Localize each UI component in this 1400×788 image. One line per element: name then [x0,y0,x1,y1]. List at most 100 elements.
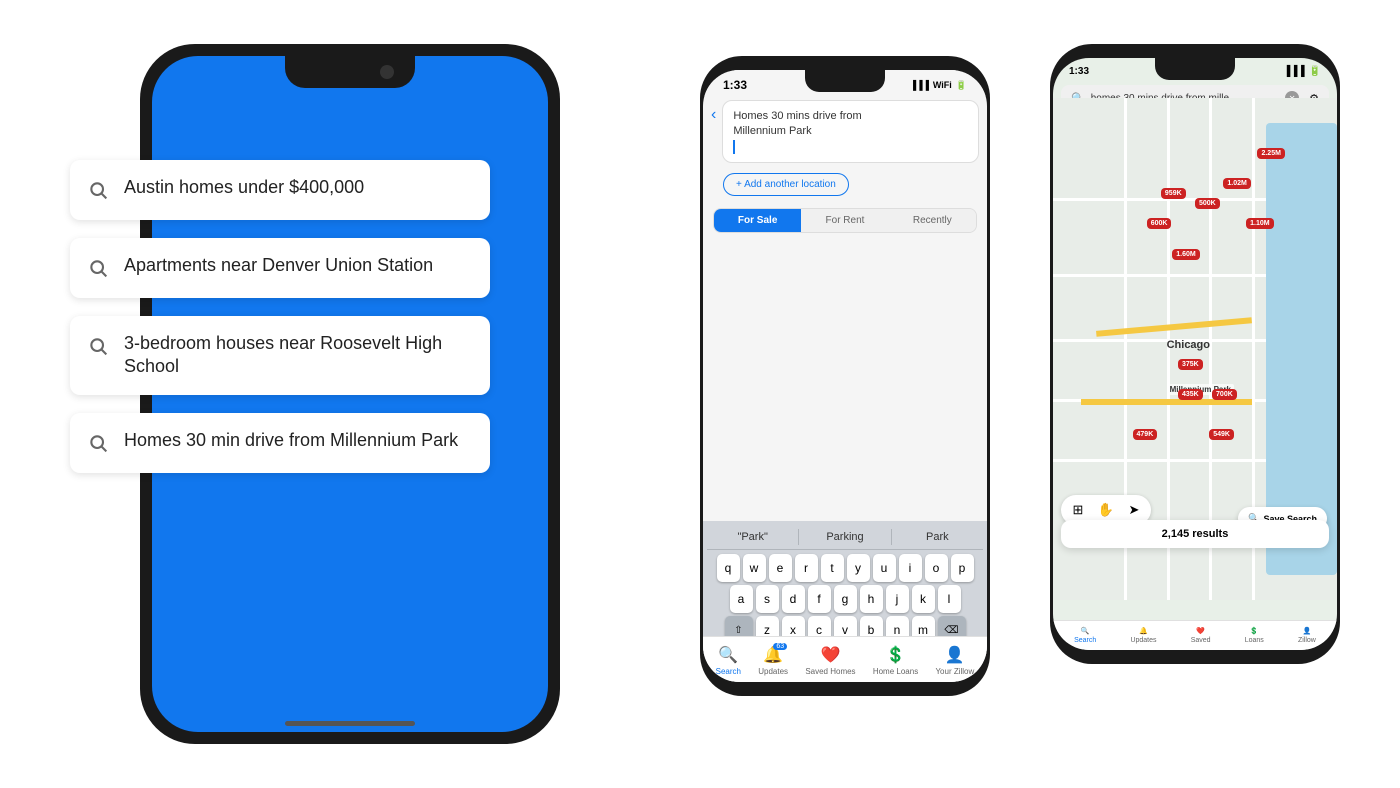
key-y[interactable]: y [847,554,870,582]
key-u[interactable]: u [873,554,896,582]
updates-badge: 63 [773,643,787,650]
back-phone-screen: 1:33 ▐▐▐ 🔋 🔍 homes 30 mins drive from mi… [1053,58,1337,650]
search-cards-list: Austin homes under $400,000 Apartments n… [70,160,490,473]
search-query-text: Homes 30 mins drive fromMillennium Park [733,109,861,140]
search-icon-2 [86,256,110,280]
results-count-bar: 2,145 results [1061,520,1329,548]
price-pin-7: 1.10M [1246,218,1273,229]
front-nav-loans-icon: 💲 [886,645,906,665]
front-time: 1:33 [723,78,747,92]
layers-button[interactable]: ⊞ [1067,499,1089,521]
price-pin-2: 1.02M [1223,178,1250,189]
key-j[interactable]: j [886,585,909,613]
front-phone-screen: 1:33 ▐▐▐ WiFi 🔋 ‹ Homes 30 mins drive fr… [703,70,987,682]
price-pin-12: 549K [1209,429,1234,440]
results-area [703,237,987,297]
back-nav-updates-icon: 🔔 [1139,627,1148,635]
keyboard-row-2: a s d f g h j k l [707,585,983,613]
tab-for-rent[interactable]: For Rent [801,209,888,232]
back-phone: 1:33 ▐▐▐ 🔋 🔍 homes 30 mins drive from mi… [1050,44,1340,664]
right-section: 1:33 ▐▐▐ 🔋 🔍 homes 30 mins drive from mi… [680,0,1360,788]
back-nav-loans-icon: 💲 [1250,627,1259,635]
front-nav-bar: 🔍 Search 🔔 63 Updates ❤️ Saved Homes 💲 [703,636,987,682]
cursor [733,140,735,154]
map-highway-1 [1096,317,1252,337]
back-status-icons: ▐▐▐ 🔋 [1283,66,1321,77]
front-nav-updates-icon: 🔔 63 [763,645,783,665]
price-pin-5: 600K [1147,218,1172,229]
back-map[interactable]: Chicago Millennium Park 2.25M 1.02M 959K… [1053,98,1337,600]
suggest-parking[interactable]: Parking [799,529,891,545]
key-q[interactable]: q [717,554,740,582]
chicago-city-label: Chicago [1167,339,1210,351]
results-count: 2,145 results [1162,528,1229,540]
front-phone: 1:33 ▐▐▐ WiFi 🔋 ‹ Homes 30 mins drive fr… [700,56,990,696]
search-text-3: 3-bedroom houses near Roosevelt High Sch… [124,332,470,379]
suggest-park-quote[interactable]: "Park" [707,529,799,545]
key-w[interactable]: w [743,554,766,582]
add-location-button[interactable]: + Add another location [723,173,849,196]
key-k[interactable]: k [912,585,935,613]
keyboard-row-1: q w e r t y u i o p [707,554,983,582]
back-nav-search[interactable]: 🔍 Search [1074,627,1096,644]
back-nav-profile-icon: 👤 [1303,627,1312,635]
front-nav-saved[interactable]: ❤️ Saved Homes [805,645,855,676]
search-icon-4 [86,431,110,455]
left-section: Austin homes under $400,000 Apartments n… [40,0,660,788]
search-text-input[interactable]: Homes 30 mins drive fromMillennium Park [722,100,979,163]
front-nav-search[interactable]: 🔍 Search [716,645,741,676]
front-nav-profile[interactable]: 👤 Your Zillow [935,645,974,676]
key-o[interactable]: o [925,554,948,582]
front-nav-saved-icon: ❤️ [820,645,840,665]
front-nav-search-icon: 🔍 [718,645,738,665]
back-phone-notch [1155,58,1235,80]
back-nav-saved-icon: ❤️ [1196,627,1205,635]
back-nav-loans[interactable]: 💲 Loans [1245,627,1264,644]
price-pin-1: 2.25M [1257,148,1284,159]
search-card-3[interactable]: 3-bedroom houses near Roosevelt High Sch… [70,316,490,395]
key-h[interactable]: h [860,585,883,613]
search-input-wrapper: Homes 30 mins drive fromMillennium Park [722,100,979,163]
phone-camera [380,65,394,79]
back-nav-bar: 🔍 Search 🔔 Updates ❤️ Saved 💲 Loans 👤 [1053,620,1337,650]
back-nav-profile[interactable]: 👤 Zillow [1298,627,1316,644]
key-d[interactable]: d [782,585,805,613]
back-nav-saved[interactable]: ❤️ Saved [1191,627,1211,644]
search-card-4[interactable]: Homes 30 min drive from Millennium Park [70,413,490,473]
key-e[interactable]: e [769,554,792,582]
search-header: ‹ Homes 30 mins drive fromMillennium Par… [703,96,987,167]
key-i[interactable]: i [899,554,922,582]
map-highway-2 [1081,399,1251,405]
search-text-1: Austin homes under $400,000 [124,176,364,199]
key-p[interactable]: p [951,554,974,582]
key-t[interactable]: t [821,554,844,582]
phone-home-bar [285,721,415,726]
front-phone-notch [805,70,885,92]
touch-button[interactable]: ✋ [1095,499,1117,521]
key-s[interactable]: s [756,585,779,613]
key-f[interactable]: f [808,585,831,613]
search-text-2: Apartments near Denver Union Station [124,254,433,277]
front-nav-updates[interactable]: 🔔 63 Updates [758,645,788,676]
price-pin-9: 435K [1178,389,1203,400]
price-pin-6: 1.60M [1172,249,1199,260]
search-icon-3 [86,334,110,358]
back-arrow-button[interactable]: ‹ [711,106,716,124]
key-l[interactable]: l [938,585,961,613]
price-pin-3: 959K [1161,188,1186,199]
key-g[interactable]: g [834,585,857,613]
suggest-park[interactable]: Park [892,529,983,545]
tab-recently[interactable]: Recently [889,209,976,232]
back-time: 1:33 [1069,66,1089,77]
key-r[interactable]: r [795,554,818,582]
search-card-1[interactable]: Austin homes under $400,000 [70,160,490,220]
back-nav-updates[interactable]: 🔔 Updates [1130,627,1156,644]
tab-for-sale[interactable]: For Sale [714,209,801,232]
property-tabs: For Sale For Rent Recently [713,208,977,233]
phone-notch [285,56,415,88]
key-a[interactable]: a [730,585,753,613]
front-nav-loans[interactable]: 💲 Home Loans [873,645,918,676]
search-card-2[interactable]: Apartments near Denver Union Station [70,238,490,298]
search-icon-1 [86,178,110,202]
navigation-button[interactable]: ➤ [1123,499,1145,521]
